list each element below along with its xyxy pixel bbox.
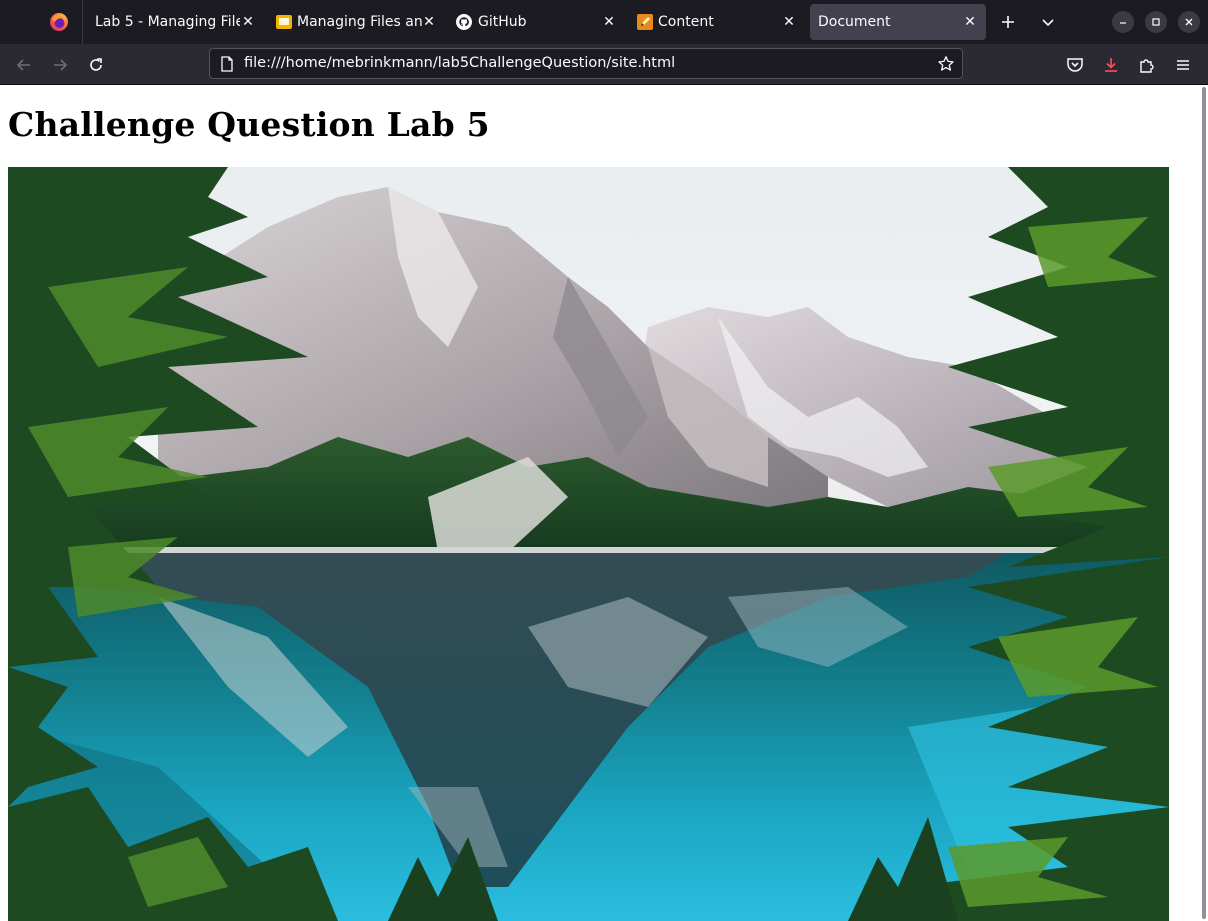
tab-label: Content bbox=[658, 14, 714, 30]
firefox-view-button[interactable] bbox=[40, 4, 78, 40]
page-title: Challenge Question Lab 5 bbox=[8, 105, 490, 144]
tab-close-icon[interactable]: ✕ bbox=[961, 13, 979, 31]
firefox-icon bbox=[50, 13, 68, 31]
app-menu-button[interactable] bbox=[1168, 50, 1198, 80]
chevron-down-icon bbox=[1042, 19, 1054, 27]
download-icon bbox=[1105, 58, 1117, 72]
page-viewport[interactable]: Challenge Question Lab 5 bbox=[0, 85, 1208, 921]
hamburger-menu-icon bbox=[1177, 60, 1189, 70]
pencil-icon bbox=[637, 14, 653, 30]
pocket-icon bbox=[1067, 58, 1083, 72]
list-all-tabs-button[interactable] bbox=[1034, 8, 1062, 36]
extensions-button[interactable] bbox=[1132, 50, 1162, 80]
plus-icon bbox=[1002, 16, 1014, 28]
downloads-button[interactable] bbox=[1096, 50, 1126, 80]
tab-label: GitHub bbox=[478, 14, 527, 30]
tab-document[interactable]: Document ✕ bbox=[810, 4, 986, 40]
tab-separator bbox=[82, 0, 83, 44]
landscape-image bbox=[8, 167, 1169, 921]
arrow-right-icon bbox=[54, 59, 68, 71]
minimize-button[interactable] bbox=[1112, 11, 1134, 33]
close-icon bbox=[1185, 18, 1193, 26]
tab-close-icon[interactable]: ✕ bbox=[239, 13, 257, 31]
close-window-button[interactable] bbox=[1178, 11, 1200, 33]
reload-button[interactable] bbox=[81, 50, 111, 80]
tab-label: Lab 5 - Managing Files bbox=[95, 14, 240, 30]
tab-managing-files-slides[interactable]: Managing Files and ✕ bbox=[270, 4, 442, 40]
puzzle-icon bbox=[1140, 59, 1154, 73]
back-button[interactable] bbox=[9, 50, 39, 80]
tab-label: Managing Files and bbox=[297, 14, 422, 30]
tab-content[interactable]: Content ✕ bbox=[630, 4, 804, 40]
bookmark-star-icon[interactable] bbox=[936, 54, 956, 74]
arrow-left-icon bbox=[16, 59, 30, 71]
maximize-button[interactable] bbox=[1145, 11, 1167, 33]
maximize-icon bbox=[1152, 18, 1160, 26]
tab-close-icon[interactable]: ✕ bbox=[780, 13, 798, 31]
reload-icon bbox=[90, 58, 102, 71]
navigation-toolbar: file:///home/mebrinkmann/lab5ChallengeQu… bbox=[0, 44, 1208, 85]
tab-close-icon[interactable]: ✕ bbox=[420, 13, 438, 31]
slides-icon bbox=[276, 14, 292, 30]
github-icon bbox=[456, 14, 472, 30]
tab-label: Document bbox=[818, 14, 891, 30]
new-tab-button[interactable] bbox=[994, 8, 1022, 36]
tab-github[interactable]: GitHub ✕ bbox=[449, 4, 625, 40]
page-icon bbox=[218, 55, 236, 73]
url-text[interactable]: file:///home/mebrinkmann/lab5ChallengeQu… bbox=[244, 55, 675, 71]
tab-strip: Lab 5 - Managing Files ✕ Managing Files … bbox=[0, 0, 1208, 44]
forward-button[interactable] bbox=[45, 50, 75, 80]
vertical-scrollbar[interactable] bbox=[1202, 87, 1206, 919]
minimize-icon bbox=[1120, 22, 1126, 24]
url-bar[interactable]: file:///home/mebrinkmann/lab5ChallengeQu… bbox=[209, 48, 963, 79]
tab-lab5-managing-files[interactable]: Lab 5 - Managing Files ✕ bbox=[88, 4, 262, 40]
tab-close-icon[interactable]: ✕ bbox=[600, 13, 618, 31]
pocket-button[interactable] bbox=[1060, 50, 1090, 80]
